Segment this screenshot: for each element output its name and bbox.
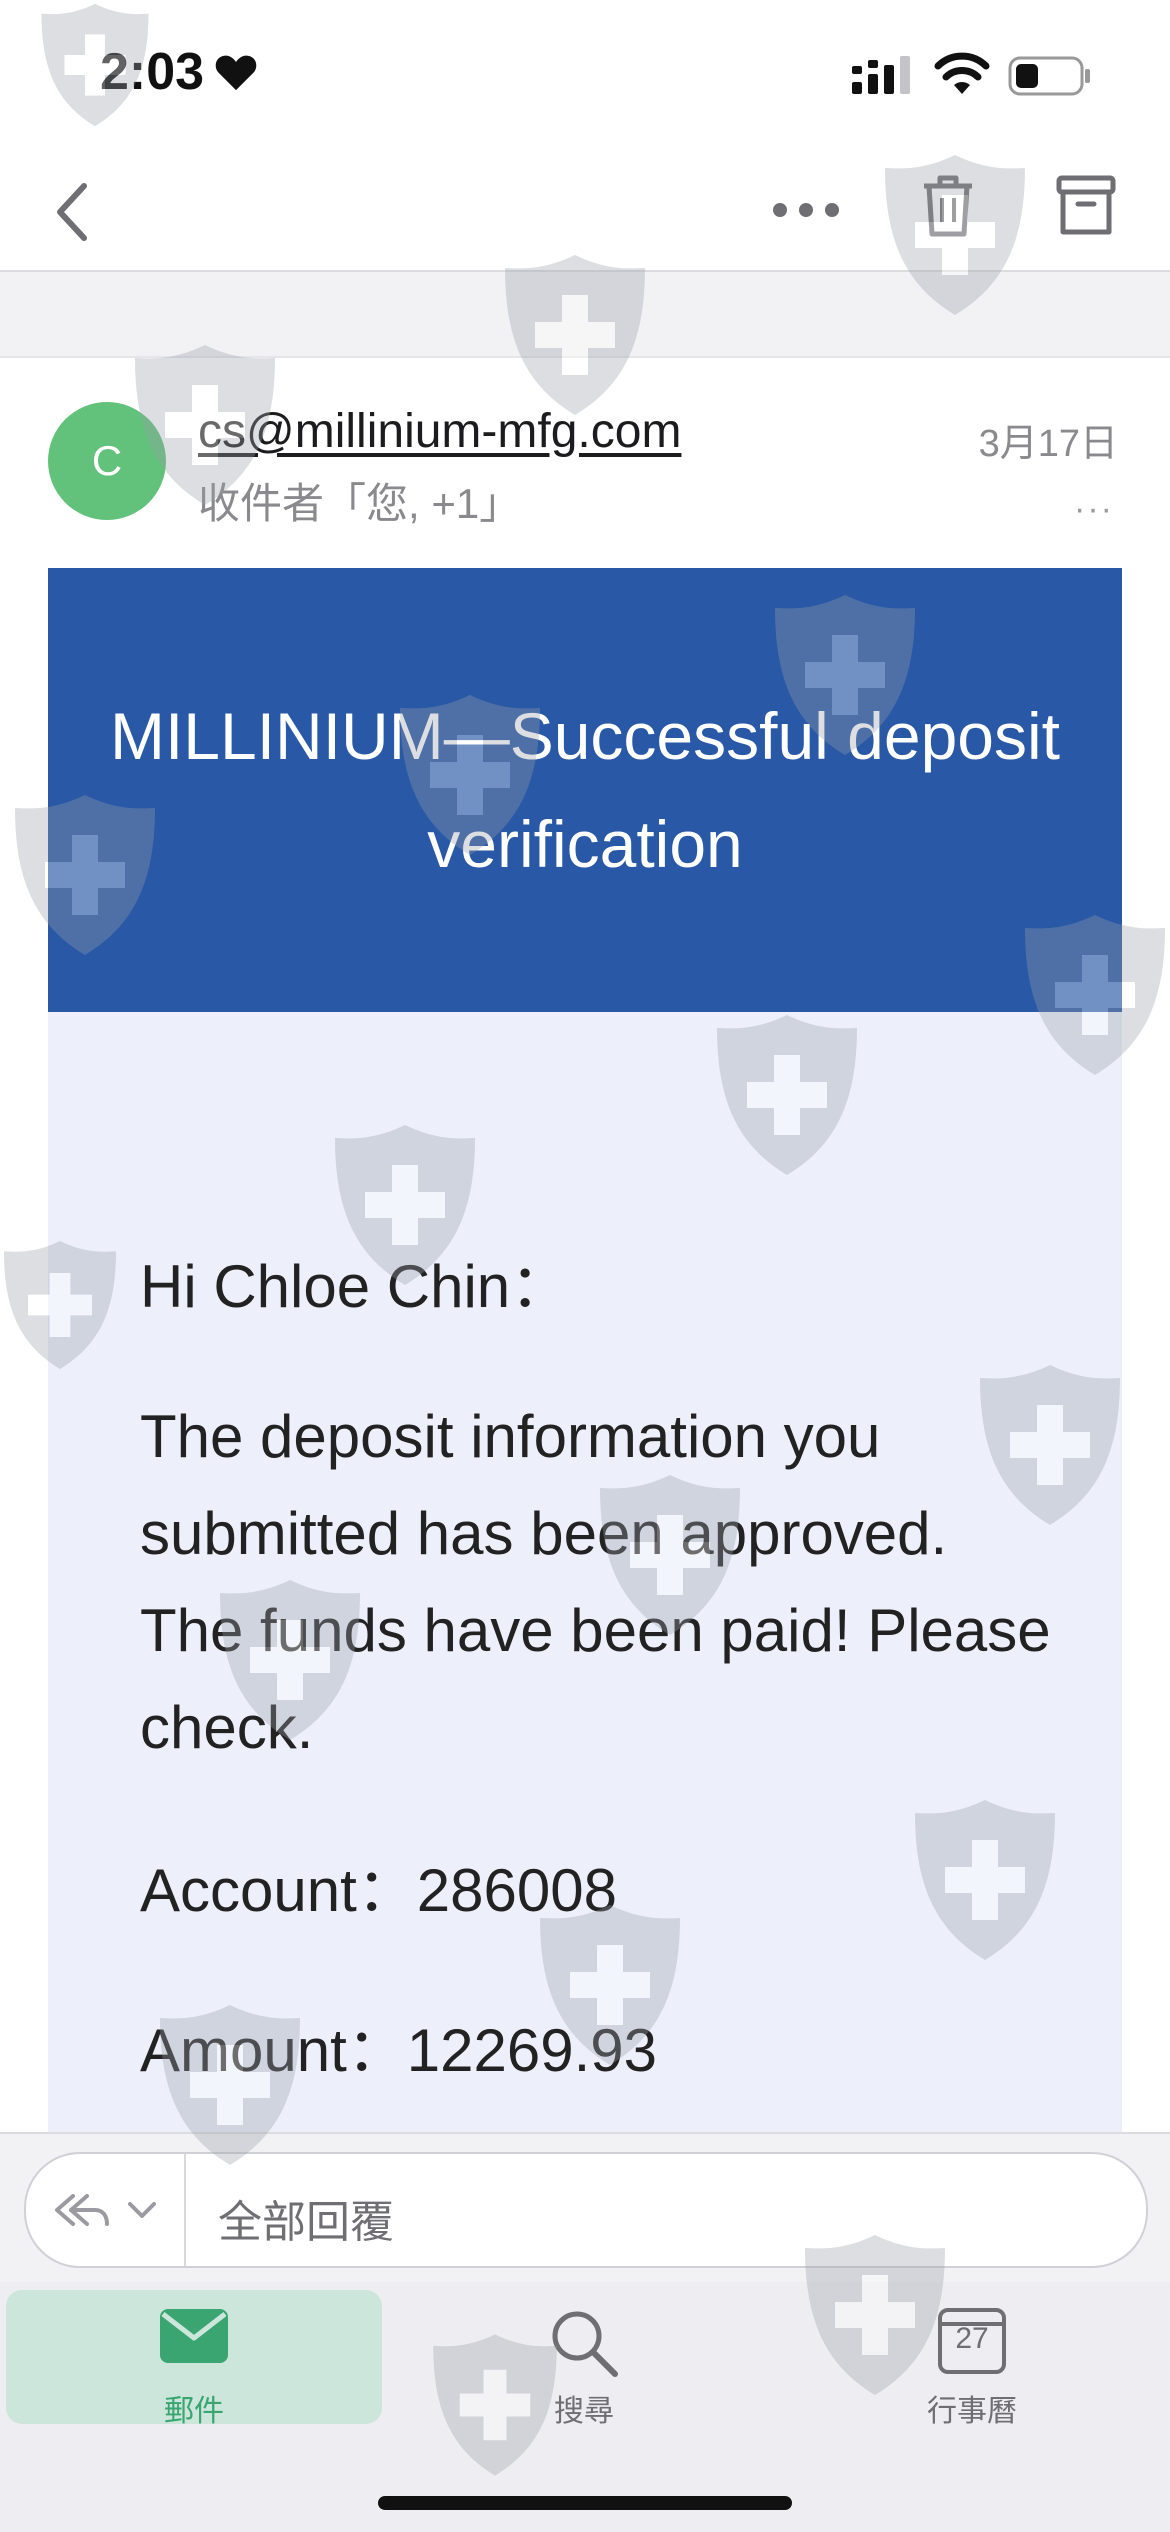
battery-icon	[1008, 56, 1090, 96]
calendar-icon: 27	[938, 2308, 1006, 2374]
trash-icon[interactable]	[920, 172, 976, 240]
home-indicator	[378, 2496, 792, 2510]
status-time-text: 2:03	[100, 43, 205, 101]
tab-calendar-label: 行事曆	[927, 2395, 1017, 2428]
sender-address[interactable]: cs@millinium-mfg.com	[198, 404, 681, 459]
message-text: The deposit information you submitted ha…	[140, 1403, 1051, 1761]
cellular-signal-icon	[852, 56, 910, 94]
tab-search[interactable]: 搜尋	[396, 2290, 772, 2428]
chevron-down-icon	[128, 2202, 156, 2218]
header-separator-band	[0, 272, 1170, 358]
reply-all-icon	[55, 2194, 109, 2226]
email-date: 3月17日	[978, 423, 1118, 465]
back-chevron-icon[interactable]	[48, 178, 104, 246]
email-banner: MILLINIUM—Successful deposit verificatio…	[48, 568, 1122, 1012]
email-content: Hi Chloe Chin： The deposit information y…	[48, 1012, 1122, 2132]
heart-icon	[215, 55, 257, 91]
header-more-button[interactable]: ···	[1074, 490, 1114, 529]
tab-mail[interactable]: 郵件	[6, 2290, 382, 2428]
tab-mail-label: 郵件	[164, 2395, 224, 2428]
tab-bar: 郵件 搜尋 27 行事曆	[0, 2282, 1170, 2532]
reply-all-label: 全部回覆	[218, 2198, 394, 2247]
archive-icon[interactable]	[1056, 174, 1116, 238]
tab-search-label: 搜尋	[554, 2395, 614, 2428]
search-icon	[552, 2311, 618, 2377]
reply-bar: 全部回覆	[0, 2132, 1170, 2284]
calendar-day-number: 27	[955, 2322, 989, 2355]
reply-all-field[interactable]: 全部回覆	[24, 2152, 1148, 2268]
nav-bar	[0, 150, 1170, 272]
reply-options-button[interactable]	[26, 2154, 186, 2266]
more-options-icon[interactable]	[770, 198, 842, 222]
tab-calendar[interactable]: 27 行事曆	[784, 2290, 1160, 2428]
envelope-icon	[160, 2309, 228, 2363]
status-bar: 2:03	[0, 0, 1170, 150]
status-time: 2:03	[100, 42, 258, 102]
recipients-summary[interactable]: 收件者「您, +1」	[198, 470, 521, 531]
account-text: Account：286008	[140, 1857, 618, 1924]
banner-title: MILLINIUM—Successful deposit verificatio…	[109, 699, 1060, 881]
wifi-icon	[934, 52, 990, 94]
greeting-text: Hi Chloe Chin：	[140, 1253, 571, 1320]
amount-text: Amount：12269.93	[140, 2017, 658, 2084]
sender-avatar[interactable]: C	[48, 402, 166, 520]
